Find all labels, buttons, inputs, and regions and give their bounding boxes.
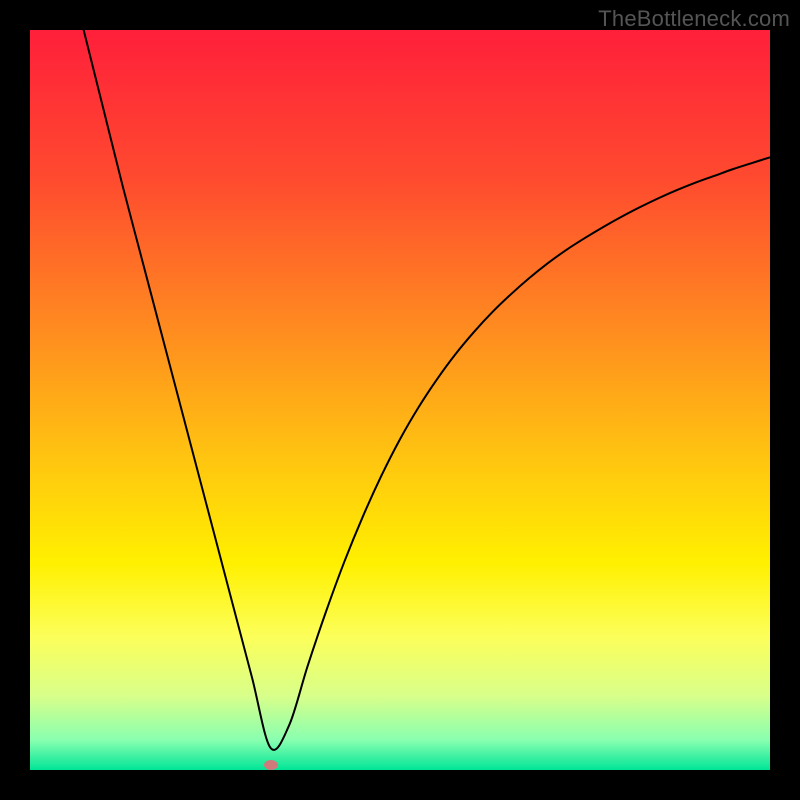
optimum-marker xyxy=(264,760,278,770)
bottleneck-curve-svg xyxy=(30,30,770,770)
chart-outer-frame: TheBottleneck.com xyxy=(0,0,800,800)
plot-area xyxy=(30,30,770,770)
bottleneck-curve-path xyxy=(30,30,770,750)
watermark-text: TheBottleneck.com xyxy=(598,6,790,32)
